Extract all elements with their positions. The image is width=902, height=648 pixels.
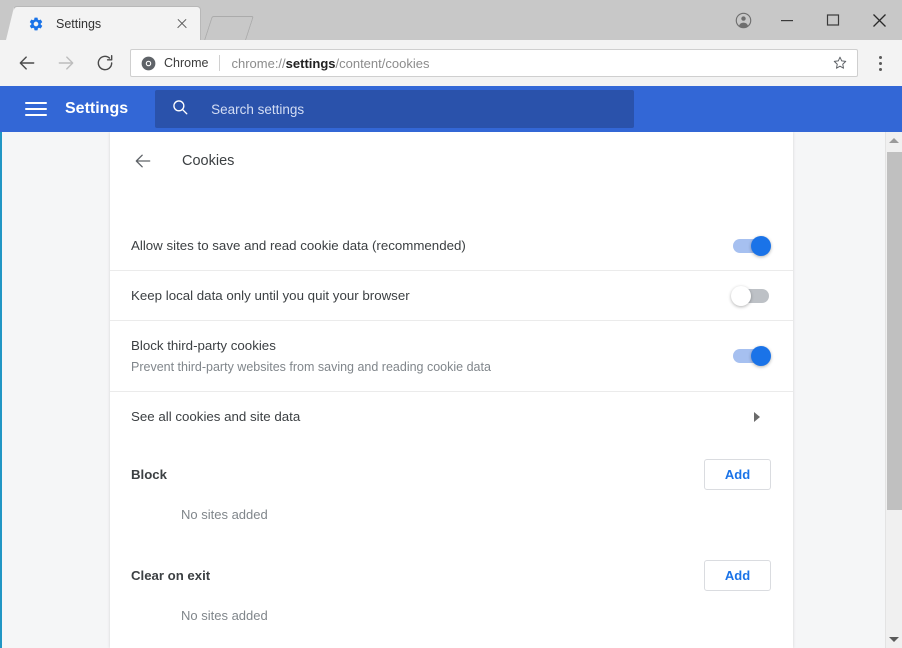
vertical-scrollbar[interactable] bbox=[885, 132, 902, 648]
scroll-up-triangle bbox=[889, 138, 899, 143]
empty-state-block: No sites added bbox=[181, 507, 268, 522]
settings-card: Cookies Allow sites to save and read coo… bbox=[110, 132, 793, 648]
new-tab-button[interactable] bbox=[204, 16, 254, 40]
scroll-down-icon[interactable] bbox=[886, 631, 902, 648]
tab-strip: Settings bbox=[0, 0, 902, 40]
empty-state-clear-on-exit: No sites added bbox=[181, 608, 268, 623]
section-title: Clear on exit bbox=[131, 567, 211, 583]
row-label: Block third-party cookies bbox=[131, 338, 276, 353]
toggle-block-third-party[interactable] bbox=[733, 346, 771, 366]
row-text-group: Allow sites to save and read cookie data… bbox=[131, 221, 733, 270]
address-bar[interactable]: Chrome chrome://settings/content/cookies bbox=[130, 49, 858, 77]
toggle-keep-local-data[interactable] bbox=[731, 285, 769, 306]
hamburger-menu-icon[interactable] bbox=[25, 98, 47, 120]
row-text-group: Block third-party cookies Prevent third-… bbox=[131, 321, 733, 391]
scroll-up-icon[interactable] bbox=[886, 132, 902, 149]
row-text-group: Keep local data only until you quit your… bbox=[131, 271, 733, 320]
chrome-logo-icon bbox=[141, 56, 156, 70]
close-window-icon[interactable] bbox=[856, 5, 902, 35]
menu-dot bbox=[878, 55, 882, 59]
setting-row-allow-cookies[interactable]: Allow sites to save and read cookie data… bbox=[110, 221, 793, 270]
tab-title: Settings bbox=[56, 16, 102, 31]
section-block: Block Add No sites added bbox=[110, 441, 793, 542]
hamburger-line bbox=[25, 102, 47, 104]
section-clear-on-exit: Clear on exit Add No sites added bbox=[110, 542, 793, 643]
page-title: Cookies bbox=[182, 153, 235, 169]
section-header: Clear on exit Add bbox=[131, 542, 772, 608]
browser-toolbar: Chrome chrome://settings/content/cookies bbox=[0, 40, 902, 86]
close-icon[interactable] bbox=[174, 16, 190, 32]
window-controls bbox=[722, 0, 902, 40]
add-button-clear-on-exit[interactable]: Add bbox=[704, 559, 771, 591]
search-input[interactable]: Search settings bbox=[155, 90, 635, 128]
toggle-allow-cookies[interactable] bbox=[733, 235, 771, 256]
section-header: Block Add bbox=[131, 441, 772, 507]
menu-dot bbox=[878, 61, 882, 65]
window-left-edge bbox=[0, 132, 2, 648]
back-arrow-icon[interactable] bbox=[131, 149, 155, 173]
setting-row-keep-local-data[interactable]: Keep local data only until you quit your… bbox=[110, 270, 793, 320]
security-chip: Chrome bbox=[141, 56, 208, 71]
forward-icon bbox=[51, 48, 81, 78]
section-title: Block bbox=[131, 466, 167, 482]
maximize-icon[interactable] bbox=[810, 5, 856, 35]
back-icon[interactable] bbox=[12, 48, 42, 78]
setting-row-block-third-party[interactable]: Block third-party cookies Prevent third-… bbox=[110, 320, 793, 391]
toggle-knob bbox=[751, 235, 771, 256]
reload-icon[interactable] bbox=[90, 48, 120, 78]
scrollbar-thumb[interactable] bbox=[887, 152, 902, 510]
app-title: Settings bbox=[65, 100, 129, 117]
toggle-knob bbox=[731, 285, 751, 306]
star-icon[interactable] bbox=[827, 51, 853, 75]
omnibox-divider bbox=[219, 55, 221, 71]
avatar[interactable] bbox=[722, 5, 764, 35]
browser-tab-settings[interactable]: Settings bbox=[6, 7, 200, 40]
settings-header-bar: Settings Search settings bbox=[0, 86, 902, 132]
url-path: /content/cookies bbox=[335, 55, 430, 71]
row-label: Keep local data only until you quit your… bbox=[131, 288, 410, 303]
row-label: See all cookies and site data bbox=[131, 409, 301, 424]
browser-menu-icon[interactable] bbox=[866, 48, 894, 78]
hamburger-line bbox=[25, 114, 47, 116]
settings-page-body: Cookies Allow sites to save and read coo… bbox=[0, 132, 902, 648]
minimize-icon[interactable] bbox=[764, 5, 810, 35]
security-chip-label: Chrome bbox=[164, 56, 209, 70]
url-text: chrome://settings/content/cookies bbox=[231, 56, 827, 71]
scroll-down-triangle bbox=[889, 637, 899, 642]
url-host: settings bbox=[285, 55, 336, 71]
url-prefix: chrome:// bbox=[231, 55, 286, 71]
setting-row-see-all-cookies[interactable]: See all cookies and site data bbox=[110, 391, 793, 441]
hamburger-line bbox=[25, 108, 47, 110]
card-header: Cookies bbox=[110, 132, 793, 190]
search-icon bbox=[171, 98, 189, 121]
browser-window: Settings Chrome chrome://settings/conten… bbox=[0, 0, 902, 648]
gear-icon bbox=[28, 16, 44, 32]
row-text-group: See all cookies and site data bbox=[131, 392, 754, 441]
toggle-knob bbox=[751, 346, 771, 366]
menu-dot bbox=[878, 67, 882, 71]
settings-rows: Allow sites to save and read cookie data… bbox=[110, 190, 793, 441]
row-sublabel: Prevent third-party websites from saving… bbox=[131, 360, 491, 374]
search-placeholder: Search settings bbox=[211, 101, 305, 117]
add-button-block[interactable]: Add bbox=[704, 458, 771, 490]
chevron-right-icon bbox=[754, 411, 760, 422]
row-label: Allow sites to save and read cookie data… bbox=[131, 238, 466, 253]
